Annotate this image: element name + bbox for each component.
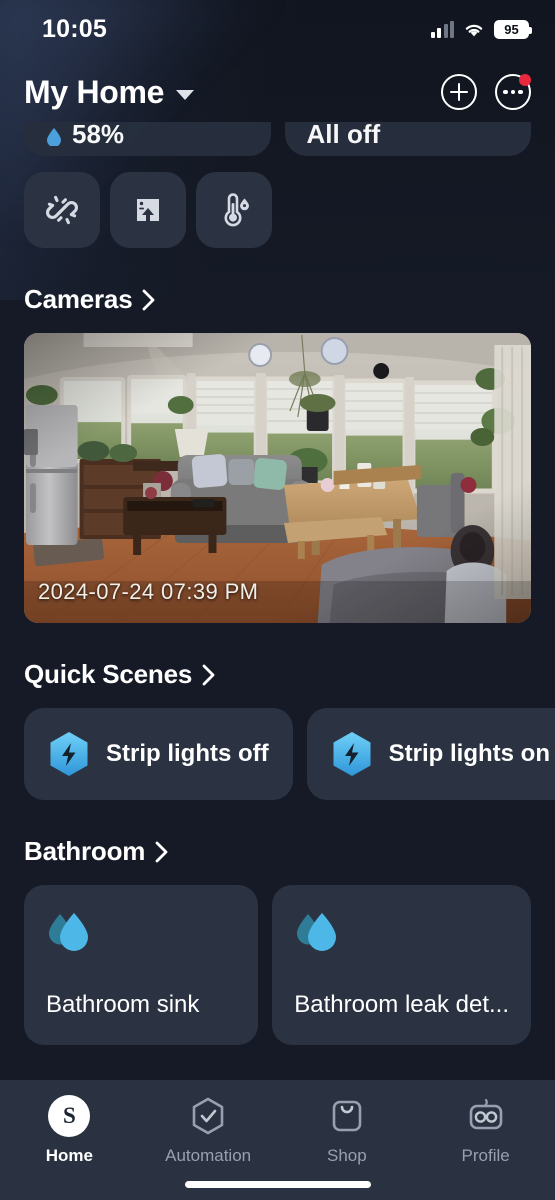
notification-badge	[519, 74, 531, 86]
camera-preview-card[interactable]: 2024-07-24 07:39 PM	[24, 333, 531, 623]
hexagon-check-icon	[192, 1097, 224, 1135]
quick-scenes-row: Strip lights off Strip lights on	[24, 708, 555, 800]
smart-home-app-screen: 10:05 95 My Home 58% All off Cameras 202…	[0, 0, 555, 1200]
humidity-status-card[interactable]: 58%	[24, 122, 271, 156]
main-content: 58% All off Cameras 2024-07-24 07:39 PM …	[0, 122, 555, 1045]
app-header: My Home	[0, 58, 555, 120]
scene-bolt-hexagon-icon	[50, 732, 88, 776]
tab-label: Profile	[461, 1146, 510, 1165]
cellular-signal-icon	[430, 20, 454, 38]
water-drops-icon	[49, 913, 88, 951]
quick-scenes-section-header[interactable]: Quick Scenes	[24, 659, 531, 690]
scene-label: Strip lights on	[388, 740, 550, 767]
camera-timestamp: 2024-07-24 07:39 PM	[38, 579, 259, 604]
battery-icon: 95	[494, 19, 532, 39]
upload-tile[interactable]	[110, 172, 186, 248]
bathroom-section-header[interactable]: Bathroom	[24, 836, 531, 867]
chevron-right-icon	[155, 841, 168, 862]
more-options-button[interactable]	[495, 74, 531, 110]
tab-automation[interactable]: Automation	[139, 1094, 278, 1166]
scene-bolt-hexagon-icon	[333, 732, 371, 776]
device-label: Bathroom leak det...	[294, 991, 509, 1018]
smartthings-s-icon: S	[48, 1094, 91, 1138]
unlink-tile[interactable]	[24, 172, 100, 248]
header-actions	[441, 74, 531, 110]
device-card-bathroom-sink[interactable]: Bathroom sink	[24, 885, 259, 1045]
tab-label: Home	[45, 1146, 93, 1165]
quick-scenes-title: Quick Scenes	[24, 659, 193, 689]
bathroom-title: Bathroom	[24, 836, 146, 866]
tab-profile[interactable]: Profile	[416, 1094, 555, 1166]
tab-home[interactable]: S Home	[0, 1094, 139, 1166]
device-label: Bathroom sink	[46, 991, 200, 1018]
humidity-value: 58%	[72, 122, 125, 149]
bottom-tab-bar: S Home Automation Shop Profile	[0, 1080, 555, 1200]
device-card-bathroom-leak-detector[interactable]: Bathroom leak det...	[272, 885, 531, 1045]
chevron-right-icon	[143, 289, 155, 310]
add-button[interactable]	[441, 74, 477, 110]
water-drops-icon	[297, 913, 337, 951]
all-off-card[interactable]: All off	[284, 122, 531, 156]
chevron-down-icon	[176, 89, 195, 100]
page-title: My Home	[24, 73, 165, 110]
tab-label: Shop	[327, 1146, 367, 1165]
more-options-icon	[503, 89, 523, 95]
bathroom-devices-row: Bathroom sink Bathroom leak det...	[24, 885, 531, 1045]
scene-card-strip-lights-on[interactable]: Strip lights on	[306, 708, 555, 800]
cameras-section-header[interactable]: Cameras	[24, 284, 531, 315]
plus-icon-vertical	[457, 83, 461, 101]
scene-label: Strip lights off	[106, 740, 269, 767]
shopping-bag-icon	[332, 1100, 362, 1132]
humidity-drop-icon	[47, 128, 61, 146]
scrolled-status-cards: 58% All off	[24, 122, 531, 156]
home-selector[interactable]: My Home	[24, 73, 195, 111]
temperature-humidity-tile[interactable]	[196, 172, 272, 248]
scene-card-strip-lights-off[interactable]: Strip lights off	[24, 708, 293, 800]
all-off-label: All off	[306, 122, 381, 149]
cameras-title: Cameras	[24, 284, 133, 314]
robot-face-icon	[469, 1098, 502, 1130]
status-bar-indicators: 95	[430, 19, 532, 39]
battery-level: 95	[504, 21, 519, 37]
thermometer-humidity-icon	[224, 193, 249, 227]
image-upload-icon	[137, 199, 159, 221]
wifi-icon	[465, 24, 483, 36]
tab-shop[interactable]: Shop	[278, 1094, 417, 1166]
status-bar-clock: 10:05	[42, 14, 107, 43]
quick-tiles-row	[24, 172, 531, 248]
home-indicator[interactable]	[184, 1181, 371, 1188]
broken-link-icon	[46, 195, 78, 225]
status-bar: 10:05 95	[0, 0, 555, 58]
tab-label: Automation	[165, 1146, 252, 1165]
chevron-right-icon	[202, 664, 215, 685]
